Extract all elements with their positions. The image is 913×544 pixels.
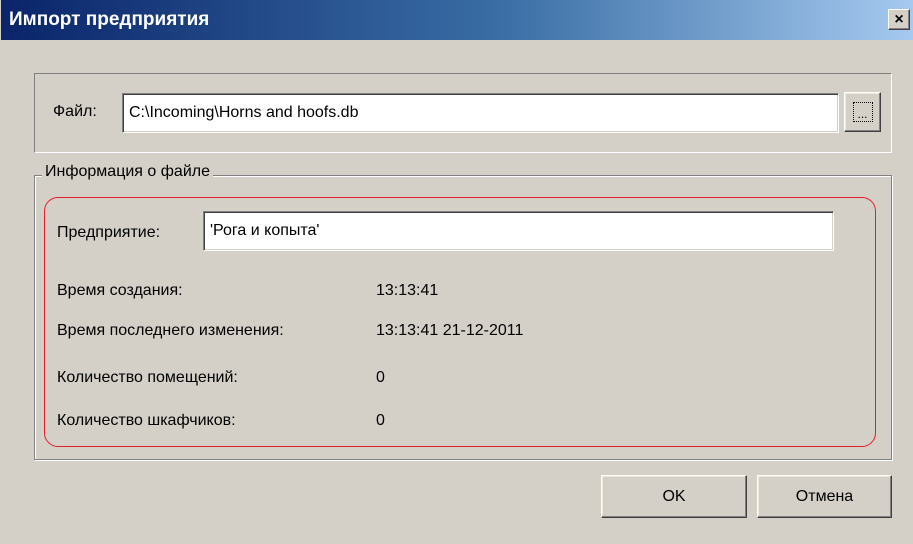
ok-button[interactable]: OK (601, 475, 747, 518)
enterprise-name-value: 'Рога и копыта' (210, 222, 320, 239)
cancel-button-label: Отмена (795, 487, 854, 505)
created-time-label: Время создания: (57, 282, 183, 299)
enterprise-name-field[interactable]: 'Рога и копыта' (203, 211, 834, 251)
browse-button[interactable]: ... (844, 92, 881, 132)
modified-time-label: Время последнего изменения: (57, 322, 284, 339)
lockers-count-value: 0 (376, 412, 385, 429)
import-enterprise-dialog: Импорт предприятия × Файл: C:\Incoming\H… (0, 0, 913, 544)
enterprise-label: Предприятие: (57, 224, 161, 241)
close-icon: × (894, 10, 904, 28)
cancel-button[interactable]: Отмена (757, 475, 892, 518)
close-button[interactable]: × (888, 9, 910, 30)
modified-time-value: 13:13:41 21-12-2011 (376, 322, 524, 339)
browse-icon: ... (852, 102, 873, 122)
rooms-count-value: 0 (376, 369, 385, 386)
file-path-input[interactable]: C:\Incoming\Horns and hoofs.db (122, 93, 839, 133)
file-path-value: C:\Incoming\Horns and hoofs.db (129, 104, 359, 121)
lockers-count-label: Количество шкафчиков: (57, 412, 236, 429)
rooms-count-label: Количество помещений: (57, 369, 238, 386)
created-time-value: 13:13:41 (376, 282, 439, 299)
title-bar[interactable]: Импорт предприятия × (1, 0, 913, 40)
window-title: Импорт предприятия (9, 9, 210, 30)
file-label: Файл: (53, 103, 97, 120)
ok-button-label: OK (662, 487, 686, 505)
file-info-group-title: Информация о файле (42, 163, 213, 181)
